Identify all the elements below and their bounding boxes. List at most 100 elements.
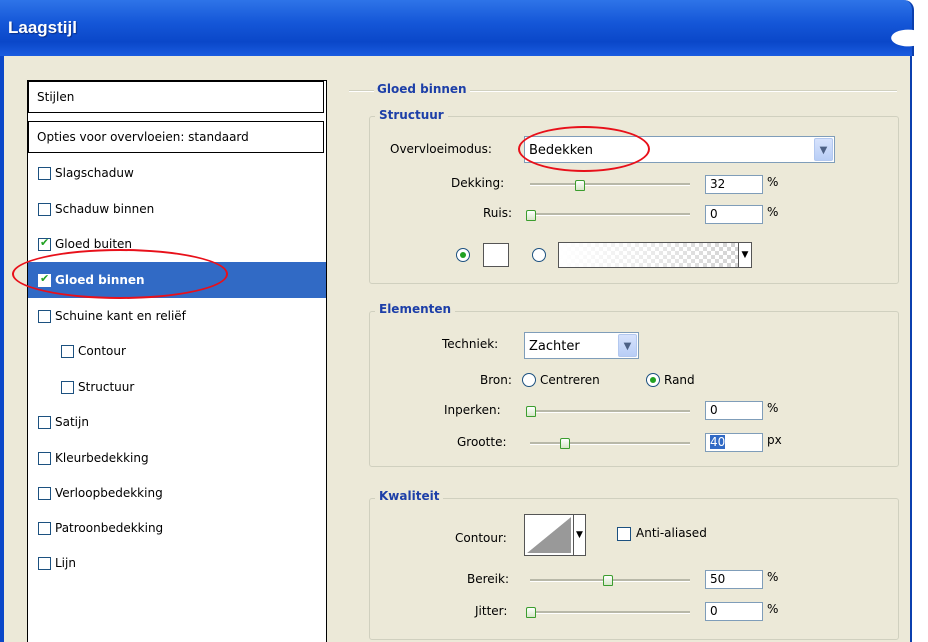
technique-select[interactable]: Zachter ▼ <box>524 332 639 359</box>
style-checkbox[interactable] <box>38 203 51 216</box>
jitter-label: Jitter: <box>475 604 508 618</box>
title-bar[interactable]: Laagstijl <box>0 0 914 56</box>
noise-input[interactable]: 0 <box>705 205 763 224</box>
style-item-patroonbedekking[interactable]: Patroonbedekking <box>28 510 326 546</box>
style-item-label: Contour <box>78 344 126 358</box>
style-item-satijn[interactable]: Satijn <box>28 404 326 440</box>
style-checkbox[interactable] <box>38 557 51 570</box>
style-item-gloed-binnen[interactable]: ✔ Gloed binnen <box>28 262 326 298</box>
gradient-radio[interactable] <box>532 248 546 262</box>
radio-dot <box>460 252 466 258</box>
style-item-verloopbedekking[interactable]: Verloopbedekking <box>28 475 326 511</box>
structure-legend: Structuur <box>375 108 448 122</box>
style-item-contour[interactable]: Contour <box>28 333 326 369</box>
styles-header[interactable]: Stijlen <box>28 81 324 113</box>
panel-title: Gloed binnen <box>374 82 470 96</box>
source-label: Bron: <box>480 373 512 387</box>
noise-label: Ruis: <box>483 206 513 220</box>
style-item-label: Structuur <box>78 380 135 394</box>
style-item-label: Schuine kant en reliëf <box>55 309 186 323</box>
size-value: 40 <box>710 435 726 449</box>
noise-slider-thumb[interactable] <box>526 210 536 221</box>
choke-input[interactable]: 0 <box>705 401 763 420</box>
dropdown-arrow-icon[interactable]: ▼ <box>574 514 586 556</box>
opacity-slider-thumb[interactable] <box>575 180 585 191</box>
size-unit: px <box>767 433 782 447</box>
blend-mode-value: Bedekken <box>529 143 593 158</box>
window-frame-right <box>910 56 912 642</box>
opacity-slider-track[interactable] <box>530 183 690 186</box>
jitter-input[interactable]: 0 <box>705 602 763 621</box>
style-item-schaduw-binnen[interactable]: Schaduw binnen <box>28 191 326 227</box>
opacity-label: Dekking: <box>451 176 505 190</box>
contour-preview[interactable] <box>524 514 574 556</box>
style-checkbox[interactable] <box>38 522 51 535</box>
chevron-down-icon[interactable]: ▼ <box>814 138 833 161</box>
choke-label: Inperken: <box>444 403 501 417</box>
style-checkbox[interactable] <box>38 167 51 180</box>
choke-unit: % <box>767 401 779 415</box>
style-checkbox[interactable] <box>38 310 51 323</box>
chevron-down-icon[interactable]: ▼ <box>618 334 637 357</box>
style-item-gloed-buiten[interactable]: ✔ Gloed buiten <box>28 226 326 262</box>
style-item-lijn[interactable]: Lijn <box>28 545 326 581</box>
window-title: Laagstijl <box>8 18 77 37</box>
contour-label: Contour: <box>455 531 507 545</box>
blend-mode-label: Overvloeimodus: <box>390 142 492 156</box>
opacity-unit: % <box>767 175 779 189</box>
style-checkbox[interactable] <box>61 381 74 394</box>
style-item-kleurbedekking[interactable]: Kleurbedekking <box>28 440 326 476</box>
color-swatch[interactable] <box>483 243 509 267</box>
anti-aliased-label[interactable]: Anti-aliased <box>636 526 707 540</box>
size-slider-thumb[interactable] <box>560 438 570 449</box>
style-item-label: Kleurbedekking <box>55 451 149 465</box>
layer-style-dialog: Laagstijl Stijlen Opties voor overvloeie… <box>0 0 928 642</box>
range-slider-thumb[interactable] <box>603 575 613 586</box>
contour-curve-icon <box>527 517 571 553</box>
style-item-label: Patroonbedekking <box>55 521 164 535</box>
style-checkbox[interactable] <box>38 487 51 500</box>
blend-options-item[interactable]: Opties voor overvloeien: standaard <box>28 121 324 153</box>
style-item-schuine-kant[interactable]: Schuine kant en reliëf <box>28 298 326 334</box>
technique-label: Techniek: <box>442 337 499 351</box>
size-label: Grootte: <box>457 435 507 449</box>
style-item-label: Slagschaduw <box>55 166 134 180</box>
choke-slider-track[interactable] <box>530 410 690 413</box>
style-item-slagschaduw[interactable]: Slagschaduw <box>28 155 326 191</box>
dropdown-arrow-icon[interactable]: ▼ <box>738 243 751 267</box>
jitter-slider-track[interactable] <box>530 611 690 614</box>
style-item-label: Verloopbedekking <box>55 486 163 500</box>
style-item-label: Gloed binnen <box>55 273 145 287</box>
style-checkbox[interactable]: ✔ <box>38 236 51 251</box>
style-checkbox[interactable]: ✔ <box>38 272 51 287</box>
style-item-structuur[interactable]: Structuur <box>28 369 326 405</box>
style-checkbox[interactable] <box>61 345 74 358</box>
blend-mode-select[interactable]: Bedekken ▼ <box>524 136 835 163</box>
technique-value: Zachter <box>529 339 580 354</box>
source-edge-label[interactable]: Rand <box>664 373 695 387</box>
source-edge-radio[interactable] <box>646 373 660 387</box>
source-center-label[interactable]: Centreren <box>540 373 600 387</box>
quality-legend: Kwaliteit <box>375 489 444 503</box>
choke-slider-thumb[interactable] <box>526 406 536 417</box>
source-center-radio[interactable] <box>522 373 536 387</box>
size-slider-track[interactable] <box>530 442 690 445</box>
check-icon: ✔ <box>40 236 50 249</box>
jitter-slider-thumb[interactable] <box>526 607 536 618</box>
elements-legend: Elementen <box>375 302 456 316</box>
quality-group <box>369 498 899 640</box>
style-item-label: Lijn <box>55 556 76 570</box>
gradient-picker[interactable]: ▼ <box>558 242 752 268</box>
solid-color-radio[interactable] <box>456 248 470 262</box>
noise-slider-track[interactable] <box>530 213 690 216</box>
size-input[interactable]: 40 <box>705 433 763 452</box>
range-unit: % <box>767 570 779 584</box>
opacity-input[interactable]: 32 <box>705 175 763 194</box>
style-checkbox[interactable] <box>38 416 51 429</box>
range-input[interactable]: 50 <box>705 570 763 589</box>
styles-list: Stijlen Opties voor overvloeien: standaa… <box>27 80 327 642</box>
anti-aliased-checkbox[interactable] <box>617 527 631 541</box>
range-label: Bereik: <box>467 572 509 586</box>
jitter-unit: % <box>767 602 779 616</box>
style-checkbox[interactable] <box>38 452 51 465</box>
